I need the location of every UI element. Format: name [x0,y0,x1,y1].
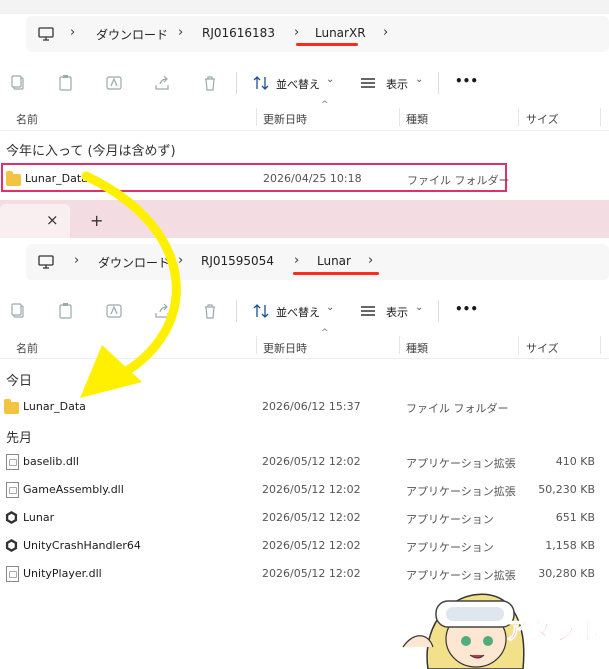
mascot-illustration: アダラボ [398,577,609,669]
annotation-arrow [80,171,181,398]
logo-text: アダラボ [504,617,601,646]
